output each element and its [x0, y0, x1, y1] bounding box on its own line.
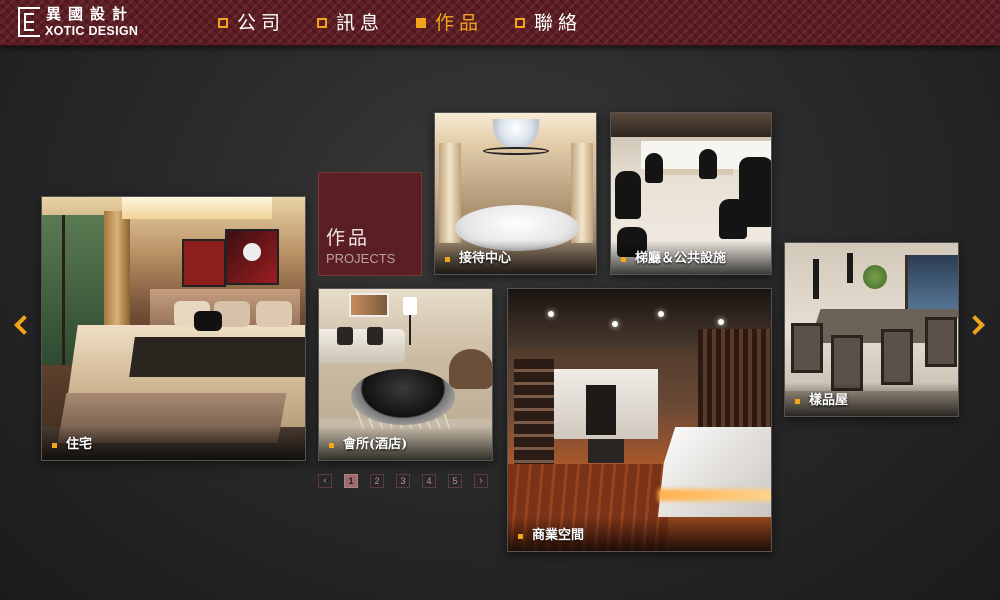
nav-item-news[interactable]: 訊息	[317, 10, 384, 36]
pager-page-1[interactable]: 1	[344, 474, 358, 488]
chevron-left-icon	[14, 315, 34, 335]
tile-caption: 梯廳＆公共設施	[611, 240, 771, 274]
logo-e-mark-icon	[18, 7, 40, 37]
project-tile-commercial[interactable]: 商業空間	[507, 288, 772, 552]
top-header: 異國設計 XOTIC DESIGN 公司 訊息 作品 聯絡	[0, 0, 1000, 46]
tile-caption: 會所(酒店)	[319, 426, 492, 460]
nav-item-contact[interactable]: 聯絡	[515, 10, 582, 36]
tile-caption-text: 商業空間	[532, 528, 585, 543]
bullet-icon	[621, 257, 626, 262]
bullet-icon	[329, 443, 334, 448]
nav-item-works[interactable]: 作品	[416, 10, 483, 36]
pager-next-button[interactable]: ›	[474, 474, 488, 488]
tile-caption: 樣品屋	[785, 382, 958, 416]
bullet-icon	[445, 257, 450, 262]
pager-prev-button[interactable]: ‹	[318, 474, 332, 488]
prev-slide-button[interactable]	[10, 312, 34, 342]
tile-caption-text: 會所(酒店)	[343, 437, 408, 452]
next-slide-button[interactable]	[965, 312, 990, 342]
brand-logo[interactable]: 異國設計 XOTIC DESIGN	[18, 6, 178, 40]
pager-page-3[interactable]: 3	[396, 474, 410, 488]
main-nav: 公司 訊息 作品 聯絡	[218, 10, 614, 36]
project-tile-showroom[interactable]: 樣品屋	[784, 242, 959, 417]
chevron-right-icon	[965, 315, 985, 335]
nav-item-company[interactable]: 公司	[218, 10, 285, 36]
bullet-icon	[52, 443, 57, 448]
nav-label: 公司	[237, 12, 286, 34]
square-bullet-icon	[317, 18, 328, 28]
bullet-icon	[795, 399, 800, 404]
nav-label: 聯絡	[534, 12, 583, 34]
square-bullet-icon	[416, 18, 427, 28]
project-tile-facilities[interactable]: 梯廳＆公共設施	[610, 112, 772, 275]
bullet-icon	[518, 534, 523, 539]
project-tile-clubhouse[interactable]: 會所(酒店)	[318, 288, 493, 461]
pager-page-4[interactable]: 4	[422, 474, 436, 488]
projects-title-cn: 作品	[326, 227, 371, 249]
pager-page-5[interactable]: 5	[448, 474, 462, 488]
project-tile-residential[interactable]: 住宅	[41, 196, 306, 461]
tile-caption: 接待中心	[435, 240, 596, 274]
tile-caption-text: 梯廳＆公共設施	[635, 251, 727, 266]
bedroom-photo	[42, 197, 305, 460]
nav-label: 作品	[435, 12, 484, 34]
retail-store-photo	[508, 289, 771, 551]
projects-title-box: 作品 PROJECTS	[318, 172, 422, 276]
tile-caption-text: 接待中心	[459, 251, 512, 266]
pagination: ‹ 1 2 3 4 5 ›	[318, 474, 500, 488]
tile-caption-text: 住宅	[66, 437, 93, 452]
logo-chinese-text: 異國設計	[46, 5, 135, 23]
nav-label: 訊息	[336, 12, 385, 34]
project-tile-reception[interactable]: 接待中心	[434, 112, 597, 275]
projects-title-en: PROJECTS	[326, 251, 396, 266]
tile-caption-text: 樣品屋	[809, 393, 849, 408]
tile-caption: 住宅	[42, 426, 305, 460]
square-bullet-icon	[515, 18, 526, 28]
square-bullet-icon	[218, 18, 228, 28]
logo-english-text: XOTIC DESIGN	[45, 24, 139, 38]
tile-caption: 商業空間	[508, 517, 771, 551]
pager-page-2[interactable]: 2	[370, 474, 384, 488]
